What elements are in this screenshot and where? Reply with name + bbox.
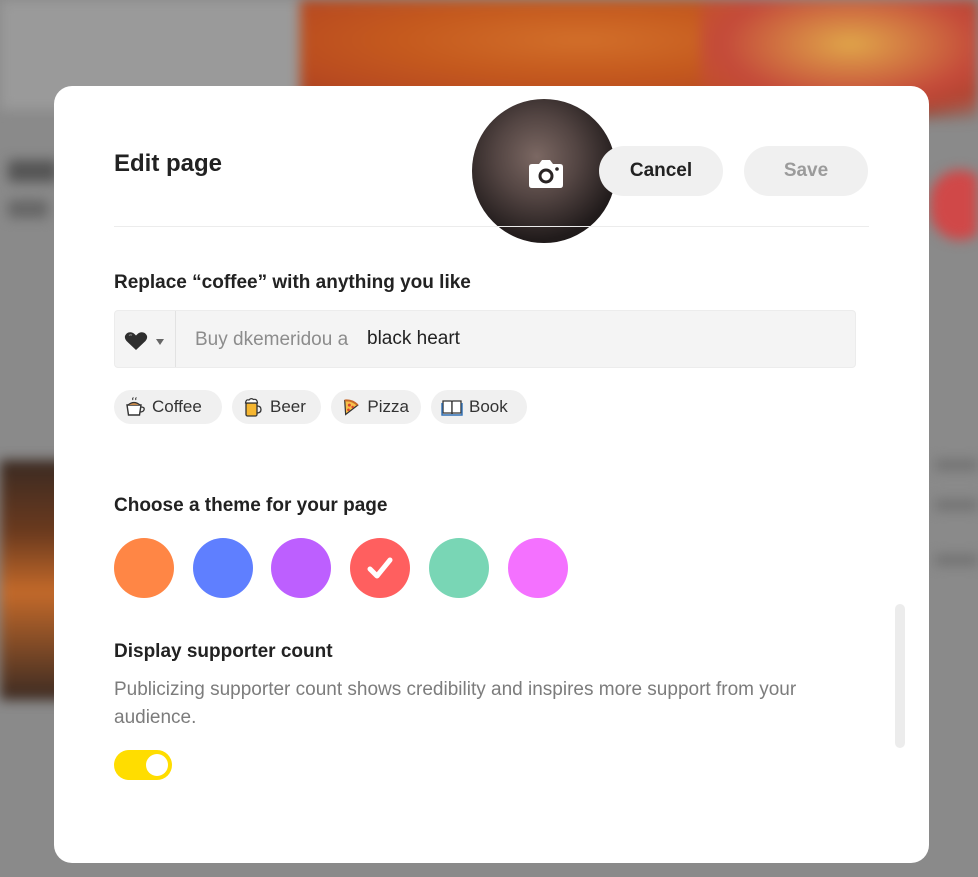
chip-book[interactable]: Book	[431, 390, 527, 424]
theme-heading: Choose a theme for your page	[114, 495, 388, 516]
modal-title: Edit page	[114, 150, 223, 177]
theme-swatch[interactable]	[428, 538, 489, 598]
toggle-knob	[146, 754, 168, 776]
chip-beer[interactable]: Beer	[232, 390, 321, 424]
chip-label: Coffee	[152, 397, 202, 416]
chip-label: Beer	[270, 397, 306, 416]
support-item-field: Buy dkemeridou a	[114, 310, 856, 368]
camera-icon[interactable]	[528, 157, 564, 189]
chip-label: Book	[469, 397, 508, 416]
pizza-icon	[344, 399, 359, 416]
theme-swatch[interactable]	[192, 538, 253, 598]
edit-page-modal: Edit page Cancel Save Replace “coffee” w…	[54, 86, 929, 863]
theme-swatch[interactable]	[271, 538, 332, 598]
coffee-icon	[126, 397, 145, 416]
modal-scrollbar[interactable]	[895, 604, 905, 748]
beer-icon	[244, 398, 262, 417]
save-button[interactable]: Save	[744, 146, 868, 196]
profile-avatar[interactable]	[470, 97, 618, 245]
cancel-button[interactable]: Cancel	[599, 146, 723, 196]
support-item-input[interactable]	[367, 321, 837, 357]
checkmark-icon	[367, 557, 393, 579]
chip-coffee[interactable]: Coffee	[114, 390, 222, 424]
supporter-count-description: Publicizing supporter count shows credib…	[114, 679, 797, 728]
theme-swatch[interactable]	[507, 538, 568, 598]
chip-label: Pizza	[367, 397, 409, 416]
header-divider	[114, 226, 869, 227]
emoji-picker-button[interactable]	[115, 311, 176, 367]
supporter-count-toggle[interactable]	[114, 750, 172, 780]
black-heart-icon	[124, 332, 148, 350]
supporter-count-heading: Display supporter count	[114, 641, 333, 662]
chip-pizza[interactable]: Pizza	[331, 390, 421, 424]
replace-coffee-heading: Replace “coffee” with anything you like	[114, 272, 471, 293]
theme-swatch[interactable]	[114, 538, 174, 598]
theme-swatch[interactable]	[350, 538, 411, 598]
chevron-down-icon	[156, 339, 164, 345]
book-icon	[441, 400, 463, 416]
field-prefix-text: Buy dkemeridou a	[195, 329, 349, 350]
